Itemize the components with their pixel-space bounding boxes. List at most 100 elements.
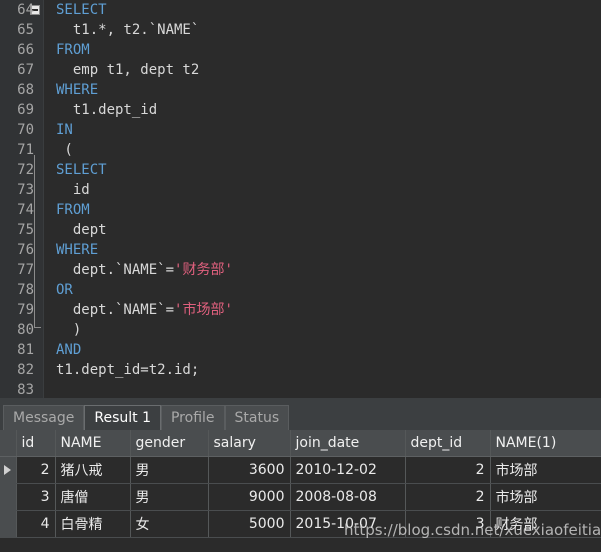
tab-status[interactable]: Status	[224, 405, 290, 430]
code-token-kw: IN	[56, 122, 73, 138]
tab-profile[interactable]: Profile	[160, 405, 225, 430]
cell-name[interactable]: 白骨精	[55, 510, 131, 538]
code-line-text: WHERE	[56, 240, 98, 260]
code-line[interactable]: 69 t1.dept_id	[0, 100, 601, 120]
column-header-gender[interactable]: gender	[130, 430, 209, 457]
row-selector[interactable]	[0, 456, 17, 484]
result-table[interactable]: id NAME gender salary join_date dept_id NAME(1…	[0, 430, 601, 538]
result-tabbar[interactable]: Message Result 1 Profile Status	[0, 402, 601, 430]
code-line[interactable]: 82 t1.dept_id=t2.id;	[0, 360, 601, 380]
code-token-kw: FROM	[56, 202, 90, 218]
code-line-text: )	[56, 320, 81, 340]
line-number: 66	[17, 42, 34, 58]
cell-name-1-[interactable]: 市场部	[490, 483, 601, 511]
cell-name[interactable]: 唐僧	[55, 483, 131, 511]
cell-dept-id[interactable]: 2	[405, 456, 491, 484]
code-line[interactable]: 67 emp t1, dept t2	[0, 60, 601, 80]
cell-gender[interactable]: 女	[130, 510, 209, 538]
cell-join-date[interactable]: 2008-08-08	[290, 483, 406, 511]
code-line[interactable]: 74 FROM	[0, 200, 601, 220]
table-row[interactable]: 4 白骨精女 5000 2015-10-07 3 财务部	[0, 510, 601, 538]
code-line[interactable]: 73 id	[0, 180, 601, 200]
line-number: 81	[17, 342, 34, 358]
code-line-text: dept.`NAME`='财务部'	[56, 260, 233, 280]
line-number: 77	[17, 262, 34, 278]
code-line-text: FROM	[56, 200, 90, 220]
cell-join-date[interactable]: 2015-10-07	[290, 510, 406, 538]
window-footer	[0, 542, 601, 552]
code-line[interactable]: 72 SELECT	[0, 160, 601, 180]
code-line-text: id	[56, 180, 90, 200]
result-grid-container[interactable]: id NAME gender salary join_date dept_id NAME(1…	[0, 430, 601, 542]
code-token-str: '市场部'	[174, 302, 233, 318]
cell-gender[interactable]: 男	[130, 483, 209, 511]
cell-salary[interactable]: 9000	[208, 483, 291, 511]
line-number: 80	[17, 322, 34, 338]
column-header-id[interactable]: id	[16, 430, 56, 457]
row-header-corner[interactable]	[0, 430, 17, 457]
tab-result-1[interactable]: Result 1	[84, 405, 161, 430]
code-line[interactable]: 80 )	[0, 320, 601, 340]
cell-gender[interactable]: 男	[130, 456, 209, 484]
table-header-row: id NAME gender salary join_date dept_id NAME(1…	[0, 430, 601, 457]
code-line[interactable]: 76 WHERE	[0, 240, 601, 260]
code-line[interactable]: 66 FROM	[0, 40, 601, 60]
code-line-list[interactable]: 64 SELECT 65 t1.*, t2.`NAME` 66 FROM 67 emp t…	[0, 0, 601, 398]
code-line[interactable]: 71 (	[0, 140, 601, 160]
code-line[interactable]: 78 OR	[0, 280, 601, 300]
code-line[interactable]: 77 dept.`NAME`='财务部'	[0, 260, 601, 280]
cell-name-1-[interactable]: 财务部	[490, 510, 601, 538]
column-header-name-1-[interactable]: NAME(1)	[490, 430, 601, 457]
code-line[interactable]: 83	[0, 380, 601, 398]
line-number: 82	[17, 362, 34, 378]
column-header-name[interactable]: NAME	[55, 430, 131, 457]
code-token-kw: WHERE	[56, 242, 99, 258]
row-selector[interactable]	[0, 510, 17, 538]
code-line[interactable]: 79 dept.`NAME`='市场部'	[0, 300, 601, 320]
code-line[interactable]: 75 dept	[0, 220, 601, 240]
cell-id[interactable]: 3	[16, 483, 56, 511]
column-header-join-date[interactable]: join_date	[290, 430, 406, 457]
table-row[interactable]: 3 唐僧男 9000 2008-08-08 2 市场部	[0, 483, 601, 511]
code-line-text: dept	[56, 220, 107, 240]
row-selector[interactable]	[0, 483, 17, 511]
code-token-plain: id	[56, 182, 90, 198]
sql-editor[interactable]: 64 SELECT 65 t1.*, t2.`NAME` 66 FROM 67 emp t…	[0, 0, 601, 398]
column-header-salary[interactable]: salary	[208, 430, 291, 457]
code-token-plain: )	[56, 322, 82, 338]
code-line[interactable]: 70 IN	[0, 120, 601, 140]
code-token-plain: emp t1, dept t2	[56, 62, 200, 78]
cell-id[interactable]: 2	[16, 456, 56, 484]
code-line-text: (	[56, 140, 72, 160]
table-row[interactable]: 2 猪八戒男 3600 2010-12-02 2 市场部	[0, 456, 601, 484]
current-row-arrow-icon	[4, 464, 11, 475]
cell-name-1-[interactable]: 市场部	[490, 456, 601, 484]
cell-salary[interactable]: 5000	[208, 510, 291, 538]
code-line[interactable]: 65 t1.*, t2.`NAME`	[0, 20, 601, 40]
cell-name[interactable]: 猪八戒	[55, 456, 131, 484]
line-number: 74	[17, 202, 34, 218]
cell-id[interactable]: 4	[16, 510, 56, 538]
code-token-kw: AND	[56, 342, 82, 358]
code-line-text: dept.`NAME`='市场部'	[56, 300, 233, 320]
code-line-text: OR	[56, 280, 73, 300]
code-line[interactable]: 68 WHERE	[0, 80, 601, 100]
column-header-dept-id[interactable]: dept_id	[405, 430, 491, 457]
cell-join-date[interactable]: 2010-12-02	[290, 456, 406, 484]
code-token-kw: SELECT	[56, 162, 107, 178]
tab-message[interactable]: Message	[3, 405, 85, 430]
cell-salary[interactable]: 3600	[208, 456, 291, 484]
cell-dept-id[interactable]: 2	[405, 483, 491, 511]
line-number: 78	[17, 282, 34, 298]
code-line[interactable]: 64 SELECT	[0, 0, 601, 20]
code-token-plain: t1.dept_id	[56, 102, 158, 118]
code-line[interactable]: 81 AND	[0, 340, 601, 360]
code-line-text: FROM	[56, 40, 90, 60]
line-number: 79	[17, 302, 34, 318]
cell-dept-id[interactable]: 3	[405, 510, 491, 538]
code-line-text: t1.dept_id	[56, 100, 157, 120]
result-table-body[interactable]: 2 猪八戒男 3600 2010-12-02 2 市场部 3 唐僧男 9000 2008-08-0…	[0, 456, 601, 538]
line-number: 69	[17, 102, 34, 118]
code-line-text: AND	[56, 340, 81, 360]
code-line-text: t1.dept_id=t2.id;	[56, 360, 199, 380]
